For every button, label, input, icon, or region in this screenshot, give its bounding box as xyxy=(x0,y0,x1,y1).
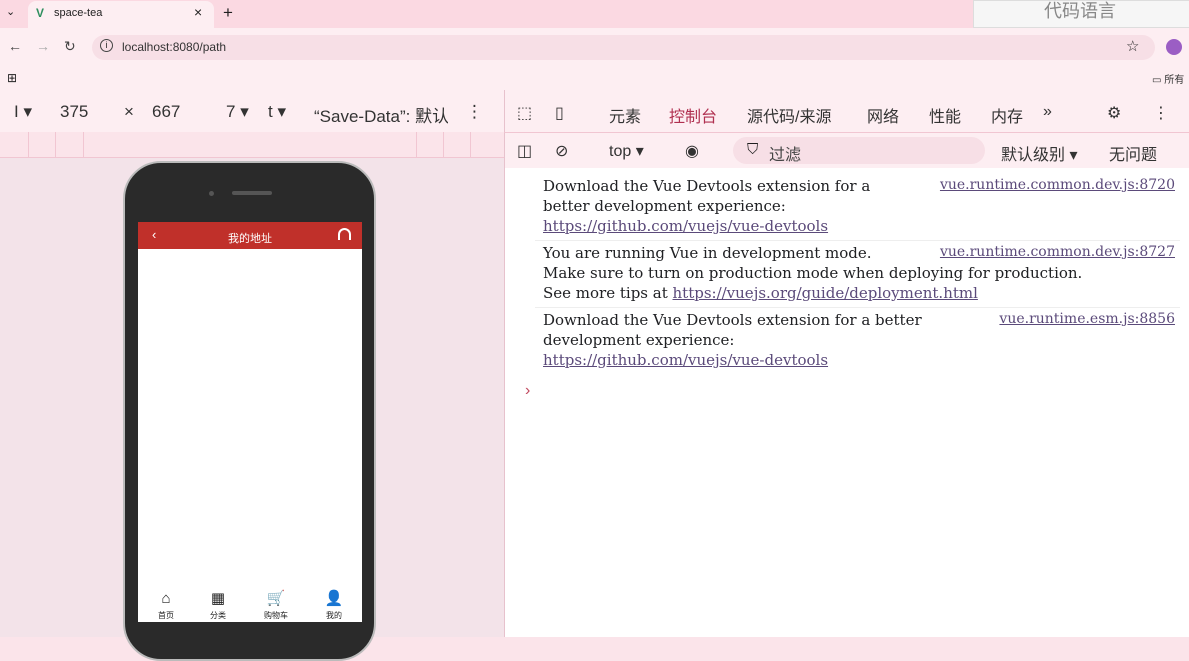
width-input[interactable]: 375 xyxy=(60,102,88,122)
page-title: 我的地址 xyxy=(228,233,272,245)
sidebar-toggle-icon[interactable]: ◫ xyxy=(517,141,532,161)
log-level-select[interactable]: 默认级别 ▾ xyxy=(1001,141,1078,165)
console-panel: Download the Vue Devtools extension for … xyxy=(504,168,1189,637)
tab-close-icon[interactable]: × xyxy=(194,4,202,20)
tabbar-mine[interactable]: 👤 我的 xyxy=(306,588,362,621)
console-message: Download the Vue Devtools extension for … xyxy=(543,311,922,370)
console-prompt-icon[interactable]: › xyxy=(525,382,530,400)
tabbar-category[interactable]: ▦ 分类 xyxy=(190,588,246,621)
apps-grid-icon[interactable]: ⊞ xyxy=(7,71,17,85)
tab-sources[interactable]: 源代码/来源 xyxy=(747,103,831,127)
reload-icon[interactable]: ↻ xyxy=(64,38,76,55)
camera-dot xyxy=(209,191,214,196)
tabbar-home[interactable]: ⌂ 首页 xyxy=(138,588,194,621)
message-link[interactable]: https://github.com/vuejs/vue-devtools xyxy=(543,216,870,236)
live-expression-eye-icon[interactable]: ◉ xyxy=(685,141,699,161)
tab-strip: ⌄ V space-tea × + 代码语言 xyxy=(0,0,1189,28)
bottom-tabbar: ⌂ 首页 ▦ 分类 🛒 购物车 👤 我的 xyxy=(138,588,362,622)
all-bookmarks[interactable]: ▭ 所有 xyxy=(1152,71,1184,86)
devtools-toolbar: ⬚ ▯ 元素 控制台 源代码/来源 网络 性能 内存 » ⚙ ⋮ xyxy=(504,90,1189,137)
message-source[interactable]: vue.runtime.common.dev.js:8720 xyxy=(940,177,1175,193)
app-header: ‹ 我的地址 xyxy=(138,222,362,249)
omnibox[interactable]: i localhost:8080/path ☆ xyxy=(92,35,1155,60)
address-bar-row: ← → ↻ i localhost:8080/path ☆ xyxy=(0,28,1189,66)
dimension-x-icon: × xyxy=(124,102,134,121)
forward-icon[interactable]: → xyxy=(36,38,50,54)
new-tab-button[interactable]: + xyxy=(223,3,233,23)
tab-performance[interactable]: 性能 xyxy=(929,103,961,127)
height-input[interactable]: 667 xyxy=(152,102,180,122)
tab-memory[interactable]: 内存 xyxy=(991,103,1023,127)
devtools-menu-icon[interactable]: ⋮ xyxy=(1153,103,1169,123)
issues-button[interactable]: 无问题 xyxy=(1109,141,1157,165)
message-source[interactable]: vue.runtime.common.dev.js:8727 xyxy=(940,244,1175,260)
ime-popup: 代码语言 xyxy=(973,0,1189,28)
device-toggle-icon[interactable]: ▯ xyxy=(555,103,564,123)
tab-network[interactable]: 网络 xyxy=(867,103,899,127)
folder-icon: ▭ xyxy=(1152,75,1162,86)
tab-list-chevron-icon[interactable]: ⌄ xyxy=(6,5,15,18)
site-info-icon[interactable]: i xyxy=(100,39,113,52)
save-data-select[interactable]: “Save-Data”: 默认 xyxy=(314,102,448,127)
message-link[interactable]: https://github.com/vuejs/vue-devtools xyxy=(543,350,922,370)
filter-placeholder: 过滤 xyxy=(769,147,802,164)
console-message: Download the Vue Devtools extension for … xyxy=(543,177,871,236)
grid-icon: ▦ xyxy=(210,590,226,607)
tabbar-cart[interactable]: 🛒 购物车 xyxy=(248,588,304,621)
settings-gear-icon[interactable]: ⚙ xyxy=(1107,103,1121,123)
filter-funnel-icon: ⛉ xyxy=(747,141,759,158)
throttle-select[interactable]: t ▾ xyxy=(268,102,286,122)
bookmarks-bar: ⊞ ▭ 所有 xyxy=(0,66,1189,90)
device-toolbar: I ▾ 375 × 667 7 ▾ t ▾ “Save-Data”: 默认 ⋮ xyxy=(0,90,504,132)
back-icon[interactable]: ← xyxy=(8,38,22,54)
user-icon: 👤 xyxy=(324,590,344,607)
message-link[interactable]: https://vuejs.org/guide/deployment.html xyxy=(673,284,978,302)
media-query-ruler xyxy=(0,132,504,158)
cart-icon: 🛒 xyxy=(266,590,286,607)
context-select[interactable]: top ▾ xyxy=(609,141,644,161)
device-select[interactable]: I ▾ xyxy=(14,102,32,122)
message-source[interactable]: vue.runtime.esm.js:8856 xyxy=(999,311,1175,327)
profile-avatar[interactable] xyxy=(1166,39,1182,55)
inspect-element-icon[interactable]: ⬚ xyxy=(517,103,532,123)
zoom-select[interactable]: 7 ▾ xyxy=(226,102,249,122)
bookmark-star-icon[interactable]: ☆ xyxy=(1126,37,1139,55)
more-tabs-icon[interactable]: » xyxy=(1043,103,1052,121)
filter-input[interactable]: ⛉ 过滤 xyxy=(733,137,985,164)
browser-tab[interactable]: V space-tea × xyxy=(28,1,214,28)
console-filter-bar: ◫ ⊘ top ▾ ◉ ⛉ 过滤 默认级别 ▾ 无问题 xyxy=(504,132,1189,168)
speaker-slot xyxy=(232,191,272,195)
headset-icon[interactable] xyxy=(338,228,351,240)
tab-title: space-tea xyxy=(54,7,103,19)
home-icon: ⌂ xyxy=(161,590,171,607)
ime-text: 代码语言 xyxy=(1044,1,1116,21)
clear-console-icon[interactable]: ⊘ xyxy=(555,141,568,161)
url-text: localhost:8080/path xyxy=(122,40,227,54)
tab-elements[interactable]: 元素 xyxy=(609,103,641,127)
app-screen: ‹ 我的地址 ⌂ 首页 ▦ 分类 🛒 购物车 👤 我的 xyxy=(138,222,362,622)
more-vert-icon[interactable]: ⋮ xyxy=(466,102,483,122)
vue-favicon-icon: V xyxy=(36,6,45,20)
